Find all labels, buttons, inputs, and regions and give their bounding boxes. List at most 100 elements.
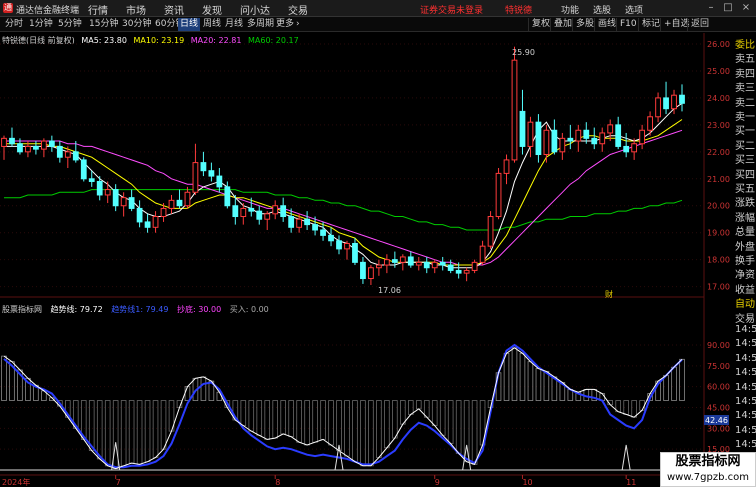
candle-body[interactable] xyxy=(336,240,342,250)
candle-body[interactable] xyxy=(160,207,167,218)
candle-body[interactable] xyxy=(647,116,653,131)
candle-body[interactable] xyxy=(639,129,646,145)
candle-body[interactable] xyxy=(96,180,103,196)
candle-body[interactable] xyxy=(376,264,382,269)
candle-body[interactable] xyxy=(9,137,15,145)
candle-body[interactable] xyxy=(487,216,494,247)
side-panel-item[interactable]: 交易 xyxy=(735,310,755,325)
candle-body[interactable] xyxy=(40,140,47,150)
candle-body[interactable] xyxy=(567,137,574,142)
candle-body[interactable] xyxy=(471,261,478,271)
candle-body[interactable] xyxy=(607,124,614,134)
candle-body[interactable] xyxy=(511,59,518,161)
candle-body[interactable] xyxy=(120,197,127,207)
candle-body[interactable] xyxy=(599,132,606,145)
candle-body[interactable] xyxy=(208,170,215,177)
candle-body[interactable] xyxy=(304,218,310,226)
candle-body[interactable] xyxy=(391,259,398,263)
candle-body[interactable] xyxy=(503,159,510,174)
candle-body[interactable] xyxy=(431,261,438,269)
side-panel-item[interactable]: 买五 xyxy=(735,180,755,195)
candle-body[interactable] xyxy=(407,256,414,266)
side-panel-item[interactable]: 买二 xyxy=(735,137,755,152)
candle-body[interactable] xyxy=(519,110,526,147)
candle-body[interactable] xyxy=(679,94,685,104)
candle-body[interactable] xyxy=(575,129,582,142)
candle-body[interactable] xyxy=(671,94,677,110)
side-panel-item[interactable]: 14:5 xyxy=(735,439,756,450)
side-panel-item[interactable]: 14:5 xyxy=(735,410,756,421)
candle-body[interactable] xyxy=(415,261,422,266)
side-panel-item[interactable]: 14:5 xyxy=(735,353,756,364)
candle-body[interactable] xyxy=(312,224,318,231)
candle-body[interactable] xyxy=(64,151,71,158)
candle-body[interactable] xyxy=(320,229,326,236)
candle-body[interactable] xyxy=(56,145,63,158)
candle-body[interactable] xyxy=(352,242,358,263)
candle-body[interactable] xyxy=(463,269,470,274)
candle-body[interactable] xyxy=(48,140,55,147)
candle-body[interactable] xyxy=(631,143,638,153)
candle-body[interactable] xyxy=(455,269,462,274)
side-panel-item[interactable]: 总量 xyxy=(735,223,755,238)
candle-body[interactable] xyxy=(615,124,622,147)
side-panel-item[interactable]: 涨幅 xyxy=(735,209,755,224)
side-panel-item[interactable]: 自动 xyxy=(735,295,755,310)
candle-body[interactable] xyxy=(232,205,239,218)
candle-body[interactable] xyxy=(192,162,199,193)
candle-body[interactable] xyxy=(495,172,502,218)
candle-body[interactable] xyxy=(535,121,542,156)
candle-body[interactable] xyxy=(663,97,669,110)
candle-body[interactable] xyxy=(176,199,183,207)
candle-body[interactable] xyxy=(655,97,661,118)
candle-body[interactable] xyxy=(264,213,271,220)
candle-body[interactable] xyxy=(360,261,366,280)
side-panel-item[interactable]: 买三 xyxy=(735,151,755,166)
candle-body[interactable] xyxy=(240,207,247,218)
candle-body[interactable] xyxy=(447,264,454,271)
candle-body[interactable] xyxy=(583,129,590,139)
side-panel-item[interactable]: 14:5 xyxy=(735,338,756,349)
side-panel-item[interactable]: 14:5 xyxy=(735,367,756,378)
side-panel-item[interactable]: 买四 xyxy=(735,166,755,181)
financial-report-marker[interactable]: 财 xyxy=(605,289,613,299)
side-panel-item[interactable]: 14:5 xyxy=(735,324,756,335)
candle-body[interactable] xyxy=(256,210,263,220)
side-panel-item[interactable]: 14:5 xyxy=(735,425,756,436)
side-panel-item[interactable]: 卖一 xyxy=(735,108,755,123)
candle-body[interactable] xyxy=(527,121,534,147)
side-panel-item[interactable]: 卖四 xyxy=(735,65,755,80)
candle-body[interactable] xyxy=(200,162,207,172)
candle-body[interactable] xyxy=(280,205,287,218)
side-panel-item[interactable]: 14:5 xyxy=(735,382,756,393)
candle-body[interactable] xyxy=(344,242,350,250)
candle-body[interactable] xyxy=(559,137,566,153)
candle-body[interactable] xyxy=(296,218,303,228)
side-panel-item[interactable]: 14:5 xyxy=(735,396,756,407)
candle-body[interactable] xyxy=(383,259,390,266)
candle-body[interactable] xyxy=(25,145,31,153)
candle-body[interactable] xyxy=(184,191,191,207)
candle-body[interactable] xyxy=(216,175,223,188)
candle-body[interactable] xyxy=(543,129,550,156)
side-panel-item[interactable]: 收益 xyxy=(735,281,755,296)
candle-body[interactable] xyxy=(591,137,598,145)
side-panel-item[interactable]: 涨跌 xyxy=(735,194,755,209)
candle-body[interactable] xyxy=(128,197,135,209)
candle-body[interactable] xyxy=(423,261,430,269)
candle-body[interactable] xyxy=(368,267,374,280)
candle-body[interactable] xyxy=(623,145,630,153)
candle-body[interactable] xyxy=(112,189,119,207)
side-panel-item[interactable]: 委比 xyxy=(735,36,755,51)
candle-body[interactable] xyxy=(88,178,95,182)
candle-body[interactable] xyxy=(479,245,486,263)
side-panel-item[interactable]: 卖三 xyxy=(735,79,755,94)
candle-body[interactable] xyxy=(288,216,295,228)
candle-body[interactable] xyxy=(439,261,446,266)
candle-body[interactable] xyxy=(136,207,143,223)
side-panel-item[interactable]: 净资 xyxy=(735,266,755,281)
candle-body[interactable] xyxy=(399,256,406,263)
candle-body[interactable] xyxy=(104,189,111,196)
candle-body[interactable] xyxy=(248,207,255,212)
candle-body[interactable] xyxy=(168,199,175,209)
